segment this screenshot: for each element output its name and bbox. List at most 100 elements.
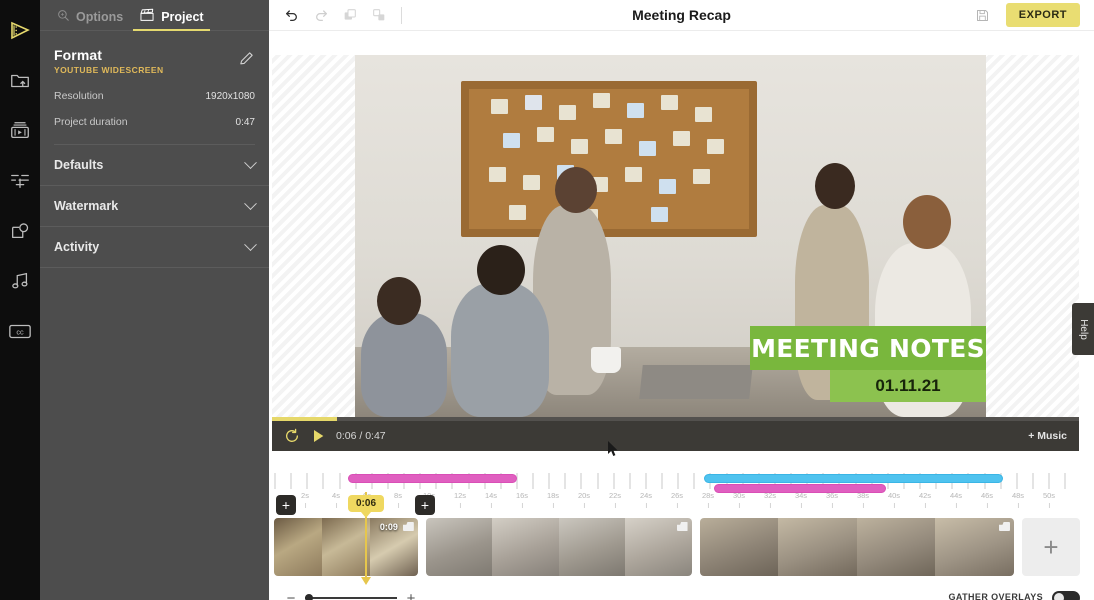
tab-options[interactable]: Options <box>50 8 133 30</box>
clip-3[interactable] <box>699 518 1014 576</box>
folder-upload-icon[interactable] <box>0 56 40 106</box>
edit-format-pencil-icon[interactable] <box>238 47 255 72</box>
ruler-tick <box>548 473 564 489</box>
chevron-down-icon <box>244 155 257 169</box>
ruler-tick-label: 42s <box>918 491 932 508</box>
overlay-title-text: MEETING NOTES <box>751 333 985 363</box>
scene-person-presenter-head <box>555 167 597 213</box>
ruler-tick-label: 2s <box>301 491 309 508</box>
ruler-tick <box>290 473 306 489</box>
zoom-out-button[interactable]: − <box>283 590 299 600</box>
preview-area: MEETING NOTES 01.11.21 0:06 / 0:47 + Mus… <box>269 31 1094 451</box>
text-title-icon[interactable] <box>0 156 40 206</box>
panel-body: Format YOUTUBE WIDESCREEN Resolution 192… <box>40 31 269 145</box>
zoom-slider-knob[interactable] <box>305 594 313 600</box>
property-resolution-key: Resolution <box>54 90 104 102</box>
accordion-watermark[interactable]: Watermark <box>40 186 269 227</box>
group-button[interactable] <box>366 3 392 27</box>
ruler-tick-label: 26s <box>670 491 684 508</box>
audio-bar-1[interactable] <box>348 474 518 483</box>
ruler-tick <box>677 473 693 489</box>
accordion-defaults[interactable]: Defaults <box>40 145 269 186</box>
tab-project[interactable]: Project <box>133 8 213 31</box>
playhead-time-pill: 0:06 <box>348 495 385 518</box>
ruler-tick-label: 44s <box>949 491 963 508</box>
ruler-tick <box>1064 473 1080 489</box>
ruler-tick-label: 14s <box>484 491 498 508</box>
scene-corkboard <box>461 81 757 237</box>
overlay-shape-icon[interactable] <box>0 206 40 256</box>
svg-text:cc: cc <box>16 328 24 337</box>
clip-2[interactable] <box>425 518 692 576</box>
media-library-icon[interactable] <box>0 106 40 156</box>
gather-overlays-toggle[interactable] <box>1052 591 1080 600</box>
overlay-title-band[interactable]: MEETING NOTES <box>750 326 986 370</box>
add-clip-button[interactable]: + <box>1021 518 1080 576</box>
ruler-tick-label: 20s <box>577 491 591 508</box>
ruler-tick <box>580 473 596 489</box>
canvas-stage: MEETING NOTES 01.11.21 <box>272 55 1079 417</box>
property-duration-key: Project duration <box>54 116 128 128</box>
clip-frame <box>778 518 857 576</box>
save-icon[interactable] <box>970 3 996 27</box>
export-button[interactable]: EXPORT <box>1005 3 1080 27</box>
add-overlay-button-1[interactable]: + <box>276 495 296 515</box>
chevron-down-icon <box>244 196 257 210</box>
ruler-tick-label: 40s <box>887 491 901 508</box>
options-gear-icon <box>56 8 70 25</box>
ruler-tick <box>644 473 661 489</box>
ruler-tick-label: 24s <box>639 491 653 508</box>
help-tab[interactable]: Help <box>1072 303 1094 355</box>
tab-project-label: Project <box>161 9 204 24</box>
ruler-tick-label: 16s <box>515 491 529 508</box>
chevron-down-icon <box>244 237 257 251</box>
closed-captions-icon[interactable]: cc <box>0 306 40 356</box>
clip-frame <box>492 518 559 576</box>
ruler-tick <box>532 473 548 489</box>
clip-frame <box>274 518 322 576</box>
ruler-tick-label: 30s <box>732 491 746 508</box>
timeline-clips: 0:09 + <box>274 518 1080 576</box>
video-canvas[interactable]: MEETING NOTES 01.11.21 <box>355 55 986 417</box>
ruler-tick-label: 46s <box>980 491 994 508</box>
ruler-tick-label: 50s <box>1042 491 1056 508</box>
ruler-tick-label: 34s <box>794 491 808 508</box>
duplicate-button[interactable] <box>337 3 363 27</box>
undo-button[interactable] <box>279 3 305 27</box>
main-area: Meeting Recap EXPORT MEETING NOTES 01.11… <box>269 0 1094 600</box>
gather-overlays-control: GATHER OVERLAYS <box>948 591 1080 600</box>
clip-frame <box>856 518 936 576</box>
toolbar-left-group <box>269 3 402 27</box>
zoom-slider[interactable] <box>305 594 397 600</box>
accordion-activity-label: Activity <box>54 240 100 254</box>
overlay-date-band[interactable]: 01.11.21 <box>830 370 986 402</box>
zoom-in-button[interactable]: + <box>403 590 419 600</box>
ruler-tick-label: 32s <box>763 491 777 508</box>
clip-1[interactable]: 0:09 <box>274 518 418 576</box>
ruler-tick <box>564 473 580 489</box>
ruler-tick-label: 8s <box>394 491 402 508</box>
music-note-icon[interactable] <box>0 256 40 306</box>
project-panel: Options Project Format YOUTUBE WIDESCREE… <box>40 0 269 600</box>
logo-icon[interactable] <box>0 6 40 56</box>
accordion-activity[interactable]: Activity <box>40 227 269 268</box>
clapperboard-icon <box>139 8 155 25</box>
ruler-tick <box>628 473 645 489</box>
ruler-tick <box>306 473 322 489</box>
add-overlay-button-2[interactable]: + <box>415 495 435 515</box>
tab-options-label: Options <box>76 9 124 24</box>
ruler-tick <box>515 473 532 489</box>
property-resolution-value: 1920x1080 <box>205 90 256 102</box>
ruler-tick <box>612 473 629 489</box>
gather-overlays-label: GATHER OVERLAYS <box>948 592 1043 600</box>
timeline-ruler: 2s4s6s8s10s12s14s16s18s20s22s24s26s28s30… <box>274 473 1080 518</box>
property-duration-value: 0:47 <box>235 116 255 128</box>
ruler-tick <box>661 473 677 489</box>
clip-frame <box>699 518 779 576</box>
accordion-defaults-label: Defaults <box>54 158 104 172</box>
help-tab-label: Help <box>1077 318 1089 340</box>
video-editor-app: cc Options Project Format YOUTUBE WIDESC… <box>0 0 1094 600</box>
redo-button[interactable] <box>308 3 334 27</box>
ruler-tick-label: 12s <box>453 491 467 508</box>
audio-bar-2[interactable] <box>704 474 1003 483</box>
